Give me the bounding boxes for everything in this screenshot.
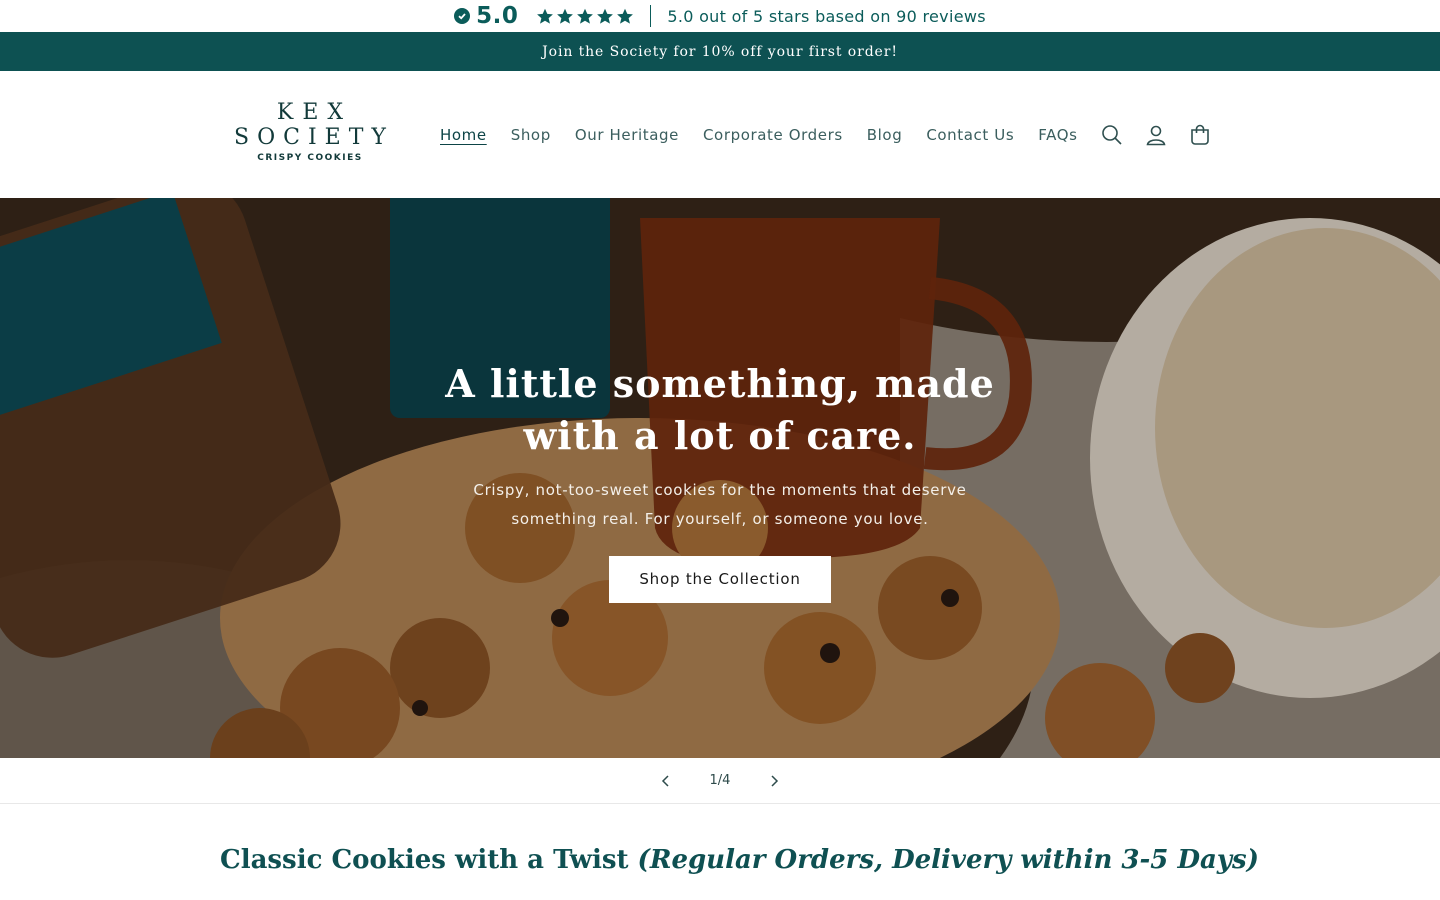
header-icons [1100, 71, 1212, 198]
cart-icon[interactable] [1188, 123, 1212, 147]
logo-line-1: KEX [276, 100, 353, 125]
star-icon [617, 8, 634, 24]
verified-check-icon [454, 8, 471, 24]
nav-item-faqs[interactable]: FAQs [1038, 126, 1077, 144]
previous-slide-button[interactable] [656, 771, 676, 791]
nav-item-home[interactable]: Home [440, 126, 487, 144]
star-icon [577, 8, 594, 24]
logo-line-2: SOCIETY [234, 125, 394, 150]
nav-item-our-heritage[interactable]: Our Heritage [575, 126, 679, 144]
star-icon [537, 8, 554, 24]
section-heading-emphasis: (Regular Orders, Delivery within 3-5 Day… [637, 845, 1259, 875]
nav-item-corporate-orders[interactable]: Corporate Orders [703, 126, 843, 144]
nav-item-blog[interactable]: Blog [867, 126, 903, 144]
review-score: 5.0 [476, 3, 519, 29]
logo[interactable]: KEX SOCIETY CRISPY COOKIES [226, 101, 394, 167]
review-summary: 5.0 out of 5 stars based on 90 reviews [667, 6, 986, 26]
nav-item-contact-us[interactable]: Contact Us [926, 126, 1014, 144]
site-header: KEX SOCIETY CRISPY COOKIES Home Shop Our… [0, 71, 1440, 198]
shop-collection-button[interactable]: Shop the Collection [609, 556, 831, 603]
divider [650, 5, 652, 27]
hero-subtitle: Crispy, not-too-sweet cookies for the mo… [473, 481, 967, 528]
hero-title-line-2: with a lot of care. [523, 413, 917, 458]
section-heading: Classic Cookies with a Twist (Regular Or… [220, 845, 1259, 875]
hero-content: A little something, made with a lot of c… [420, 358, 1020, 603]
account-icon[interactable] [1144, 123, 1168, 147]
slide-counter: 1/4 [709, 773, 731, 788]
slider-controls: 1/4 [0, 758, 1440, 804]
section-heading-text: Classic Cookies with a Twist [220, 845, 629, 875]
hero-title-line-1: A little something, made [445, 361, 995, 406]
main-nav: Home Shop Our Heritage Corporate Orders … [440, 71, 1078, 198]
announcement-text: Join the Society for 10% off your first … [542, 43, 898, 60]
hero-title: A little something, made with a lot of c… [420, 358, 1020, 462]
search-icon[interactable] [1100, 123, 1124, 147]
star-rating [536, 8, 634, 25]
hero-banner: A little something, made with a lot of c… [0, 198, 1440, 758]
star-icon [557, 8, 574, 24]
logo-tagline: CRISPY COOKIES [257, 153, 363, 163]
announcement-bar[interactable]: Join the Society for 10% off your first … [0, 32, 1440, 71]
nav-item-shop[interactable]: Shop [511, 126, 551, 144]
next-slide-button[interactable] [764, 771, 784, 791]
reviews-bar[interactable]: 5.0 5.0 out of 5 stars based on 90 revie… [0, 0, 1440, 32]
star-icon [597, 8, 614, 24]
